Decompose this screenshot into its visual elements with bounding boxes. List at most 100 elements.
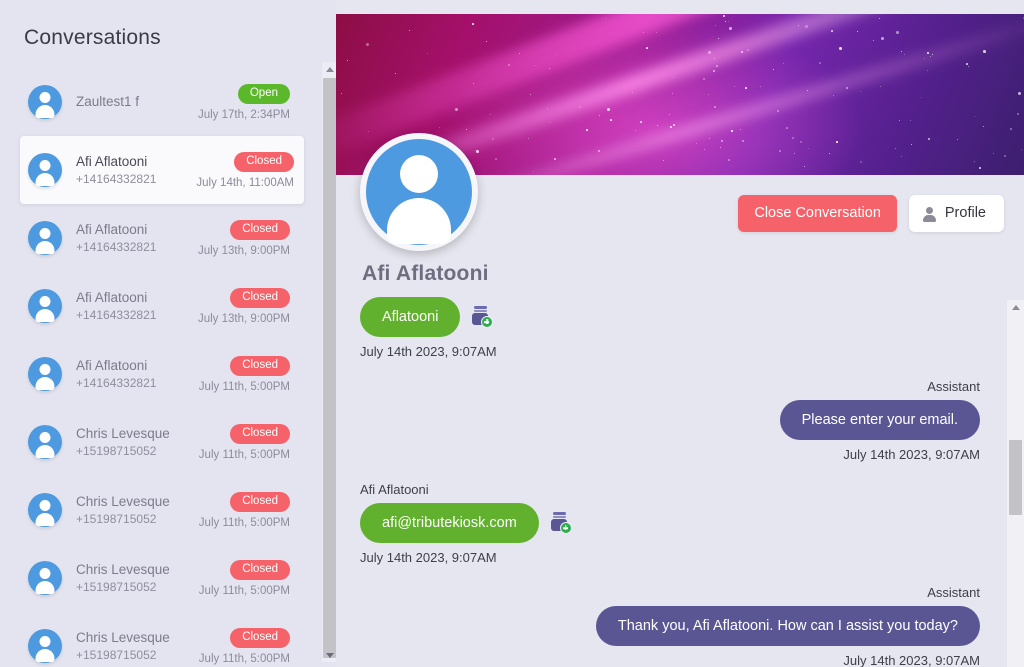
save-to-contact-icon[interactable]: [471, 306, 494, 328]
contact-avatar-icon: [28, 85, 62, 119]
sidebar-scrollbar-thumb[interactable]: [323, 78, 336, 658]
message-bubble: Thank you, Afi Aflatooni. How can I assi…: [595, 606, 980, 646]
message-sender: Assistant: [927, 585, 980, 600]
conversation-contact-name: Chris Levesque: [76, 426, 170, 441]
conversation-item-text: Afi Aflatooni +14164332821: [76, 357, 199, 391]
status-badge: Closed: [230, 423, 290, 444]
contact-avatar-icon: [28, 357, 62, 391]
close-conversation-button[interactable]: Close Conversation: [738, 195, 897, 232]
conversation-item-meta: Closed July 14th, 11:00AM: [196, 151, 294, 189]
avatar-body-shape: [387, 198, 451, 244]
contact-avatar-icon: [28, 629, 62, 663]
conversation-list-item[interactable]: Afi Aflatooni +14164332821 Closed July 14th…: [20, 136, 304, 204]
save-icon-cap2: [474, 310, 488, 312]
person-icon: [922, 206, 936, 222]
conversation-item-text: Zaultest1 f: [76, 93, 198, 111]
contact-avatar-icon: [28, 153, 62, 187]
conversation-list-item[interactable]: Chris Levesque +15198715052 Closed July 11t…: [22, 476, 300, 544]
conversation-timestamp: July 14th, 11:00AM: [196, 176, 294, 189]
conversation-phone-number: +15198715052: [76, 444, 157, 458]
profile-button[interactable]: Profile: [908, 195, 1004, 232]
message: Aflatooni July 14th 2023, 9:07AM: [360, 297, 980, 360]
status-badge: Open: [237, 83, 290, 104]
sidebar-scrollbar[interactable]: [322, 62, 337, 662]
conversation-timestamp: July 11th, 5:00PM: [198, 380, 290, 393]
plus-badge-icon: [481, 316, 494, 328]
conversation-contact-name: Afi Aflatooni: [76, 154, 148, 169]
conversation-phone-number: +14164332821: [76, 240, 157, 254]
conversation-list-item[interactable]: Chris Levesque +15198715052 Closed July 11t…: [22, 544, 300, 612]
contact-avatar-icon: [28, 493, 62, 527]
message-sender: Afi Aflatooni: [360, 482, 429, 497]
status-badge: Closed: [230, 627, 290, 648]
plus-badge-icon: [559, 522, 572, 534]
conversation-phone-number: +14164332821: [76, 172, 157, 186]
conversation-contact-name: Afi Aflatooni: [76, 358, 148, 373]
conversation-item-text: Chris Levesque +15198715052: [76, 493, 199, 527]
sidebar-scroll-up-button[interactable]: [322, 62, 337, 76]
conversation-item-meta: Closed July 11th, 5:00PM: [198, 355, 290, 393]
conversation-item-meta: Closed July 11th, 5:00PM: [199, 559, 290, 597]
message-bubble: Aflatooni: [360, 297, 461, 337]
conversation-list-item[interactable]: Afi Aflatooni +14164332821 Closed July 13th…: [22, 272, 300, 340]
status-badge: Closed: [230, 559, 290, 580]
message-bubble: Please enter your email.: [779, 400, 980, 440]
conversation-actions: Close Conversation Profile: [738, 195, 1004, 232]
contact-avatar-icon: [28, 561, 62, 595]
conversation-list-item[interactable]: Afi Aflatooni +14164332821 Closed July 11th…: [22, 340, 300, 408]
messages-scrollbar-thumb[interactable]: [1009, 440, 1022, 515]
contact-name: Afi Aflatooni: [362, 262, 489, 285]
contact-avatar-icon: [28, 221, 62, 255]
message-timestamp: July 14th 2023, 9:07AM: [360, 550, 497, 565]
chevron-up-icon: [1011, 305, 1020, 310]
conversation-list[interactable]: Zaultest1 f Open July 17th, 2:34PM Afi Afla…: [0, 68, 318, 667]
conversation-list-item[interactable]: Chris Levesque +15198715052 Closed July 11t…: [22, 612, 300, 667]
message: Afi Aflatooni afi@tributekiosk.com July 14…: [360, 481, 980, 566]
page-title: Conversations: [24, 26, 161, 49]
message-bubble-row: Aflatooni: [360, 297, 980, 337]
contact-avatar-icon: [28, 425, 62, 459]
conversation-item-text: Afi Aflatooni +14164332821: [76, 221, 198, 255]
message-timestamp: July 14th 2023, 9:07AM: [360, 344, 497, 359]
chevron-up-icon: [325, 66, 334, 72]
message-bubble-row: Please enter your email.: [360, 400, 980, 440]
messages-scroll-up-button[interactable]: [1007, 300, 1024, 315]
conversation-contact-name: Zaultest1 f: [76, 94, 140, 109]
message-sender: Assistant: [927, 379, 980, 394]
conversation-timestamp: July 13th, 9:00PM: [197, 312, 290, 325]
save-icon-cap2: [552, 516, 566, 518]
conversation-item-meta: Closed July 13th, 9:00PM: [197, 287, 290, 325]
save-to-contact-icon[interactable]: [550, 512, 572, 534]
conversation-list-item[interactable]: Zaultest1 f Open July 17th, 2:34PM: [22, 68, 300, 136]
conversation-phone-number: +15198715052: [76, 512, 157, 526]
conversation-timestamp: July 13th, 9:00PM: [197, 244, 290, 257]
conversation-timestamp: July 11th, 5:00PM: [198, 516, 290, 529]
conversation-item-meta: Open July 17th, 2:34PM: [198, 83, 290, 121]
message: Assistant Please enter your email. July 14…: [360, 378, 980, 463]
message-bubble: afi@tributekiosk.com: [360, 503, 539, 543]
contact-avatar: [360, 133, 478, 251]
conversation-phone-number: +14164332821: [76, 308, 157, 322]
conversation-timestamp: July 11th, 5:00PM: [198, 652, 290, 665]
conversation-item-meta: Closed July 11th, 5:00PM: [198, 491, 290, 529]
conversation-contact-name: Chris Levesque: [76, 562, 170, 577]
conversation-contact-name: Chris Levesque: [76, 494, 170, 509]
message: Assistant Thank you, Afi Aflatooni. How c…: [360, 584, 980, 667]
message-thread-scrollbar[interactable]: [1007, 300, 1024, 667]
conversation-item-text: Chris Levesque +15198715052: [76, 561, 199, 595]
status-badge: Closed: [230, 219, 290, 240]
message-timestamp: July 14th 2023, 9:07AM: [843, 447, 980, 462]
sidebar-scroll-down-button[interactable]: [322, 648, 337, 662]
conversation-item-text: Chris Levesque +15198715052: [76, 629, 199, 663]
message-thread[interactable]: Aflatooni July 14th 2023, 9:07AM Assistant…: [336, 297, 1024, 667]
conversation-list-item[interactable]: Chris Levesque +15198715052 Closed July 11t…: [22, 408, 300, 476]
status-badge: Closed: [230, 491, 290, 512]
message-timestamp: July 14th 2023, 9:07AM: [843, 653, 980, 667]
conversation-phone-number: +15198715052: [76, 580, 157, 594]
chevron-down-icon: [325, 652, 334, 658]
conversation-list-item[interactable]: Afi Aflatooni +14164332821 Closed July 13th…: [22, 204, 300, 272]
conversation-phone-number: +14164332821: [76, 376, 157, 390]
conversation-contact-name: Chris Levesque: [76, 630, 170, 645]
conversation-item-text: Afi Aflatooni +14164332821: [76, 153, 196, 187]
status-badge: Closed: [230, 355, 290, 376]
